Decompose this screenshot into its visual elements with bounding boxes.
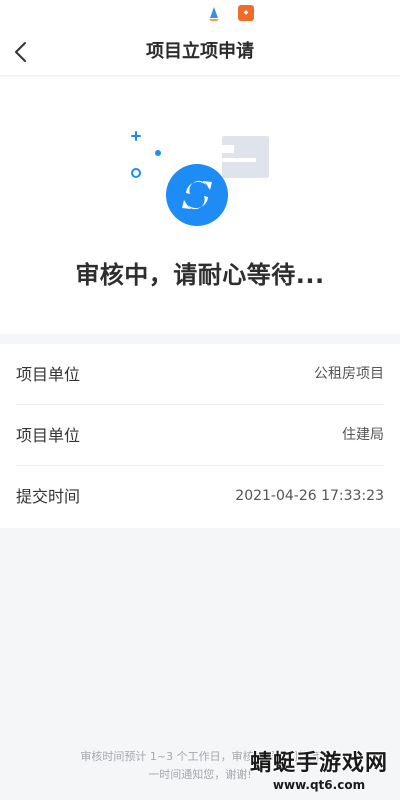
info-label: 项目单位: [16, 365, 81, 384]
info-value: 公租房项目: [314, 366, 384, 382]
info-label: 提交时间: [16, 487, 81, 506]
review-status-message: 审核中，请耐心等待...: [75, 261, 325, 289]
dot-sparkle-icon: [155, 150, 161, 156]
app-icon: [209, 7, 219, 21]
application-info-card: 项目单位 公租房项目 项目单位 住建局 提交时间 2021-04-26 17:3…: [0, 344, 400, 528]
back-button[interactable]: [6, 36, 38, 68]
navigation-bar: 项目立项申请: [0, 28, 400, 76]
review-illustration: [131, 131, 269, 226]
chevron-left-icon: [15, 42, 26, 62]
info-row-project-unit: 项目单位 公租房项目: [16, 344, 384, 405]
info-row-submit-time: 提交时间 2021-04-26 17:33:23: [16, 466, 384, 527]
info-row-project-unit-2: 项目单位 住建局: [16, 405, 384, 466]
watermark-url: www.qt6.com: [272, 778, 366, 792]
review-status-panel: 审核中，请耐心等待...: [0, 77, 400, 334]
refresh-circle: [166, 164, 228, 226]
watermark: 蜻蜓手游戏网 www.qt6.com: [244, 750, 394, 796]
document-card: [222, 136, 269, 178]
status-bar: ◆: [0, 0, 400, 28]
app-badge-icon: ◆: [238, 5, 254, 21]
submit-time-value: 2021-04-26 17:33:23: [235, 488, 384, 504]
page-title: 项目立项申请: [146, 41, 254, 62]
ring-sparkle-icon: [131, 168, 141, 178]
info-value: 住建局: [342, 427, 384, 443]
info-label: 项目单位: [16, 426, 81, 445]
watermark-title: 蜻蜓手游戏网: [249, 751, 388, 776]
plus-sparkle-icon: [131, 131, 141, 141]
